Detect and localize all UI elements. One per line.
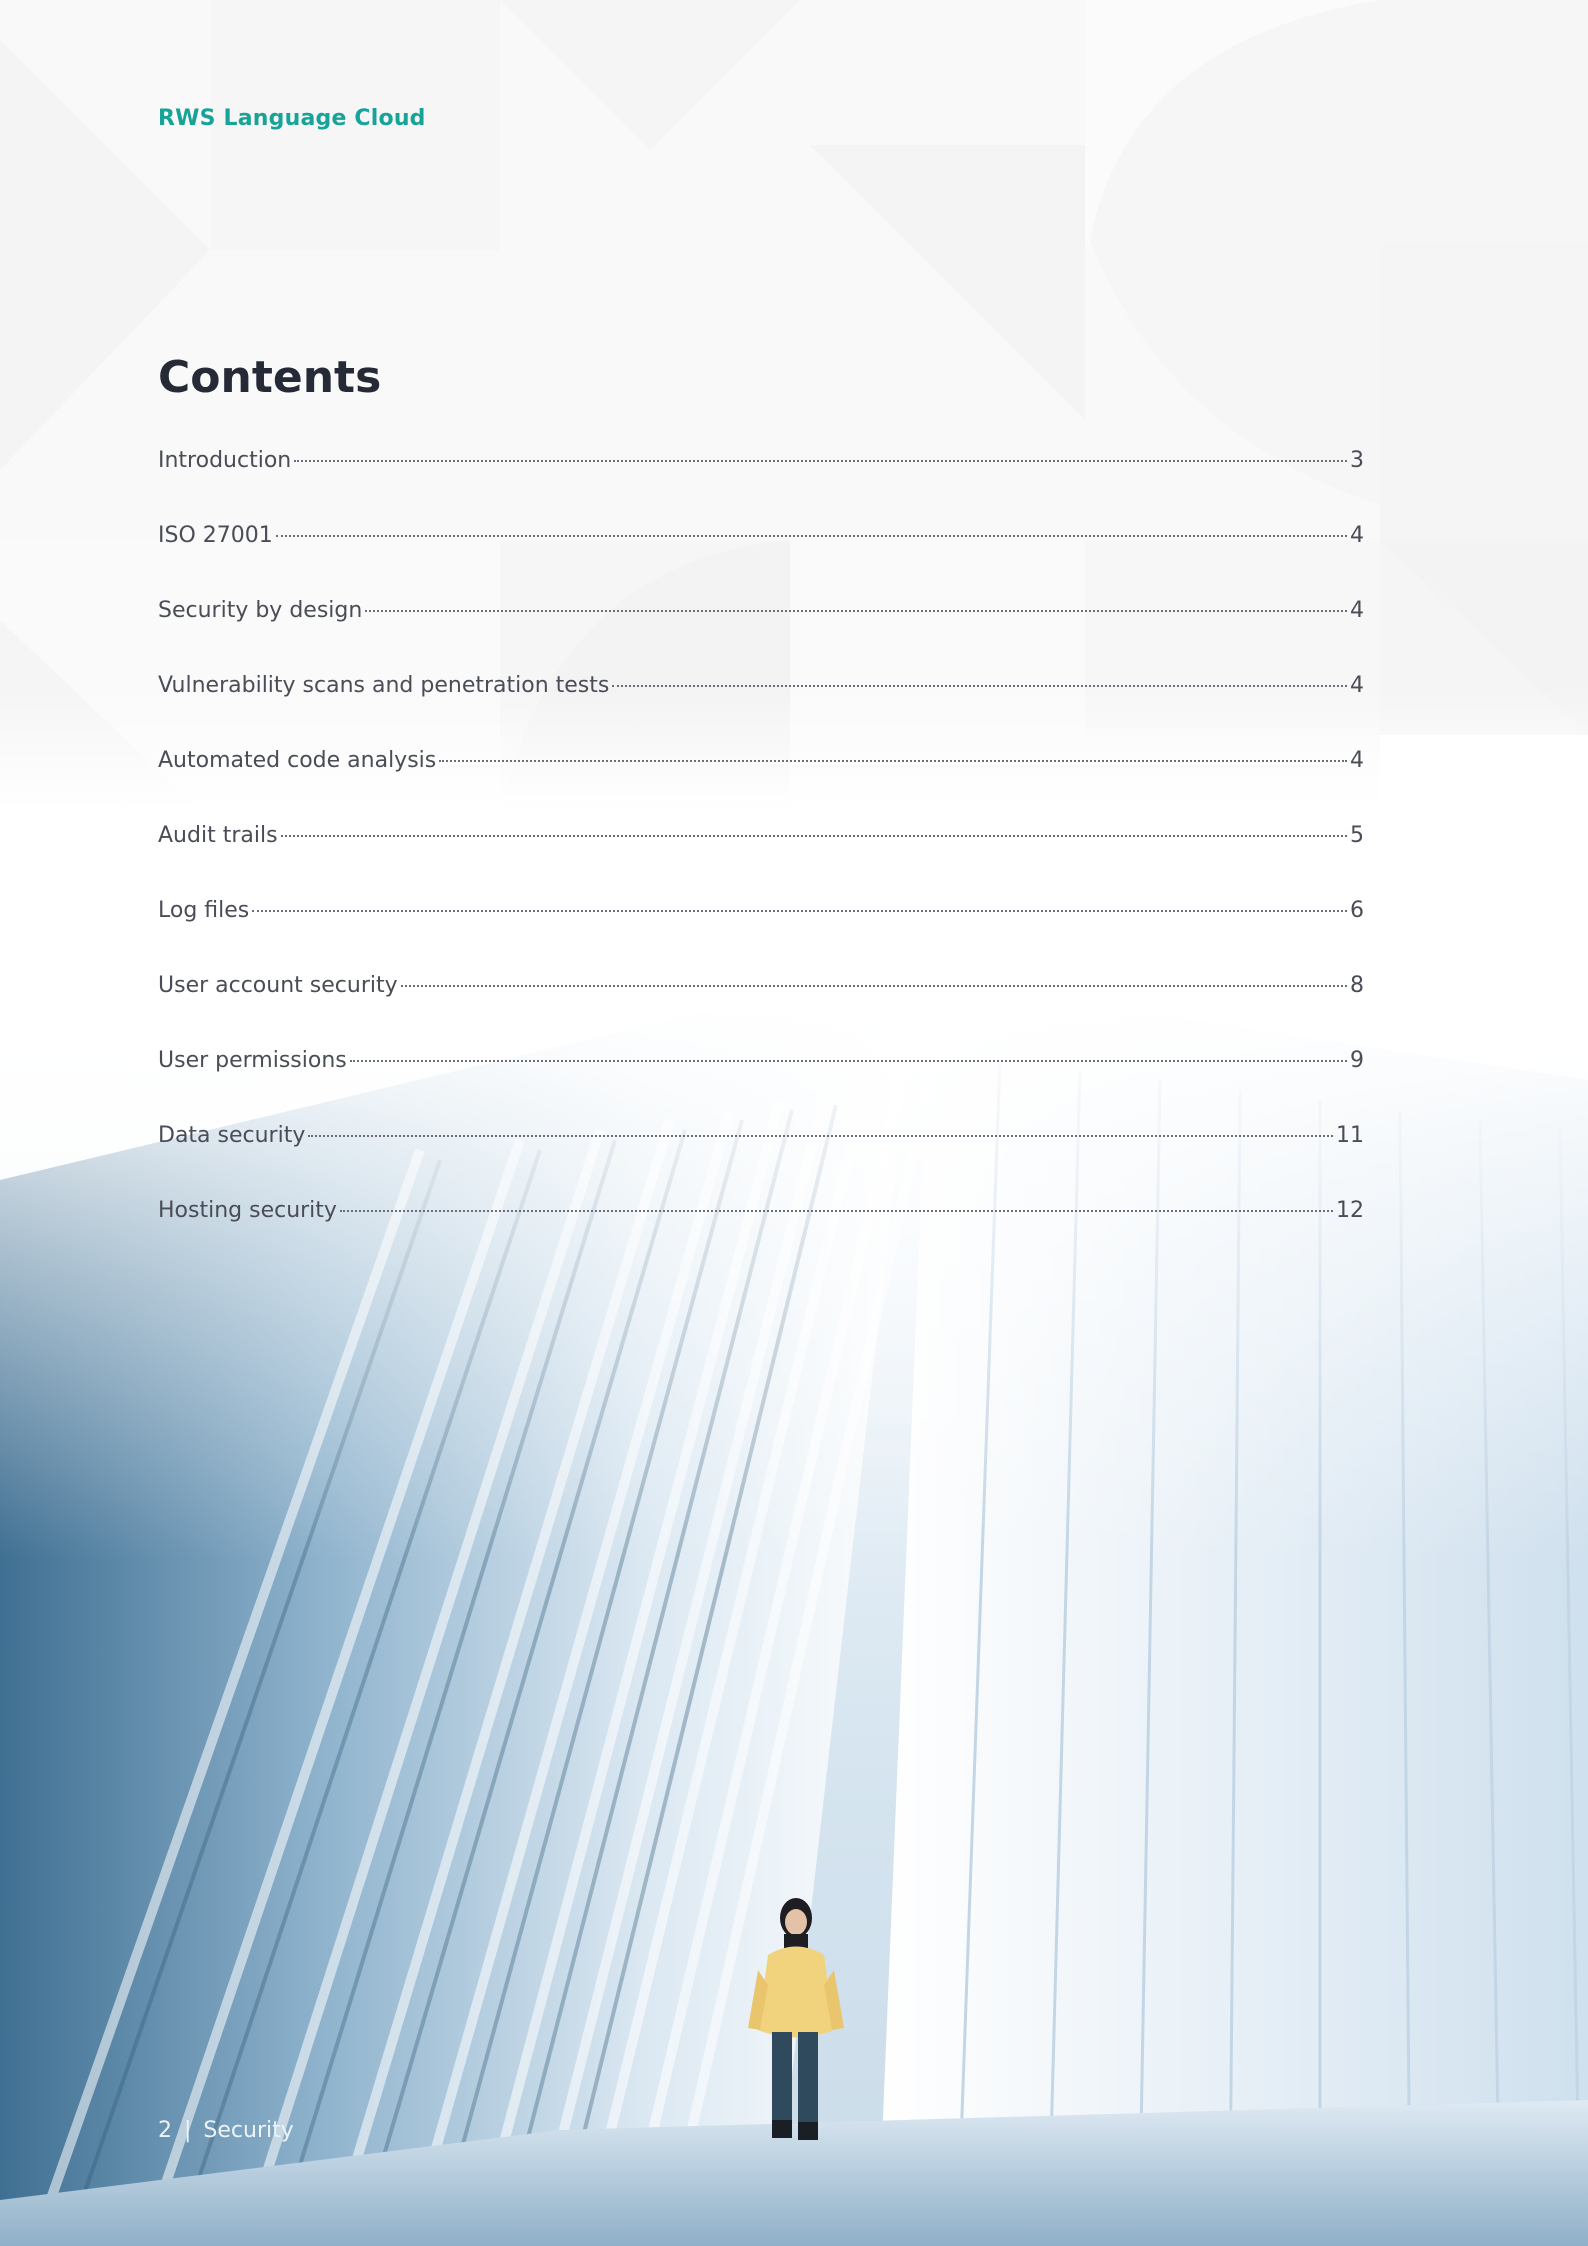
toc-entry-data-security[interactable]: Data security 11: [158, 1123, 1364, 1198]
toc-entry-user-account-security[interactable]: User account security 8: [158, 973, 1364, 1048]
footer-section: Security: [203, 2118, 294, 2143]
toc-entry-page: 5: [1350, 823, 1364, 848]
toc-entry-page: 11: [1336, 1123, 1364, 1148]
toc-entry-label: User account security: [158, 973, 398, 998]
footer-separator: |: [184, 2118, 192, 2143]
toc-entry-label: Log files: [158, 898, 250, 923]
toc-entry-label: Vulnerability scans and penetration test…: [158, 673, 610, 698]
page-footer: 2 | Security: [158, 2118, 294, 2143]
dot-leader: [439, 760, 1347, 762]
toc-entry-security-by-design[interactable]: Security by design 4: [158, 598, 1364, 673]
document-page: RWS Language Cloud Contents Introduction…: [0, 0, 1588, 2246]
footer-page-number: 2: [158, 2118, 172, 2143]
dot-leader: [275, 535, 1347, 537]
dot-leader: [252, 910, 1347, 912]
toc-entry-page: 6: [1350, 898, 1364, 923]
dot-leader: [280, 835, 1347, 837]
toc-entry-label: Hosting security: [158, 1198, 337, 1223]
toc-entry-label: Introduction: [158, 448, 292, 473]
dot-leader: [349, 1060, 1347, 1062]
dot-leader: [294, 460, 1347, 462]
toc-entry-page: 12: [1336, 1198, 1364, 1223]
brand-label: RWS Language Cloud: [158, 106, 426, 131]
toc-entry-page: 8: [1350, 973, 1364, 998]
dot-leader: [612, 685, 1347, 687]
toc-entry-label: Data security: [158, 1123, 306, 1148]
toc-entry-page: 4: [1350, 748, 1364, 773]
toc-entry-label: Automated code analysis: [158, 748, 437, 773]
dot-leader: [339, 1210, 1333, 1212]
dot-leader: [365, 610, 1347, 612]
toc-entry-page: 4: [1350, 673, 1364, 698]
contents-heading: Contents: [158, 352, 382, 403]
toc-entry-label: Audit trails: [158, 823, 278, 848]
toc-entry-page: 9: [1350, 1048, 1364, 1073]
toc-entry-log-files[interactable]: Log files 6: [158, 898, 1364, 973]
toc-entry-page: 4: [1350, 523, 1364, 548]
toc-entry-label: User permissions: [158, 1048, 347, 1073]
toc-entry-label: ISO 27001: [158, 523, 273, 548]
toc-entry-label: Security by design: [158, 598, 363, 623]
toc-entry-page: 3: [1350, 448, 1364, 473]
table-of-contents: Introduction 3 ISO 27001 4 Security by d…: [158, 448, 1364, 1273]
toc-entry-hosting-security[interactable]: Hosting security 12: [158, 1198, 1364, 1273]
dot-leader: [308, 1135, 1333, 1137]
toc-entry-iso-27001[interactable]: ISO 27001 4: [158, 523, 1364, 598]
toc-entry-page: 4: [1350, 598, 1364, 623]
toc-entry-automated-code-analysis[interactable]: Automated code analysis 4: [158, 748, 1364, 823]
toc-entry-introduction[interactable]: Introduction 3: [158, 448, 1364, 523]
dot-leader: [400, 985, 1347, 987]
toc-entry-user-permissions[interactable]: User permissions 9: [158, 1048, 1364, 1123]
toc-entry-audit-trails[interactable]: Audit trails 5: [158, 823, 1364, 898]
toc-entry-vulnerability-scans[interactable]: Vulnerability scans and penetration test…: [158, 673, 1364, 748]
